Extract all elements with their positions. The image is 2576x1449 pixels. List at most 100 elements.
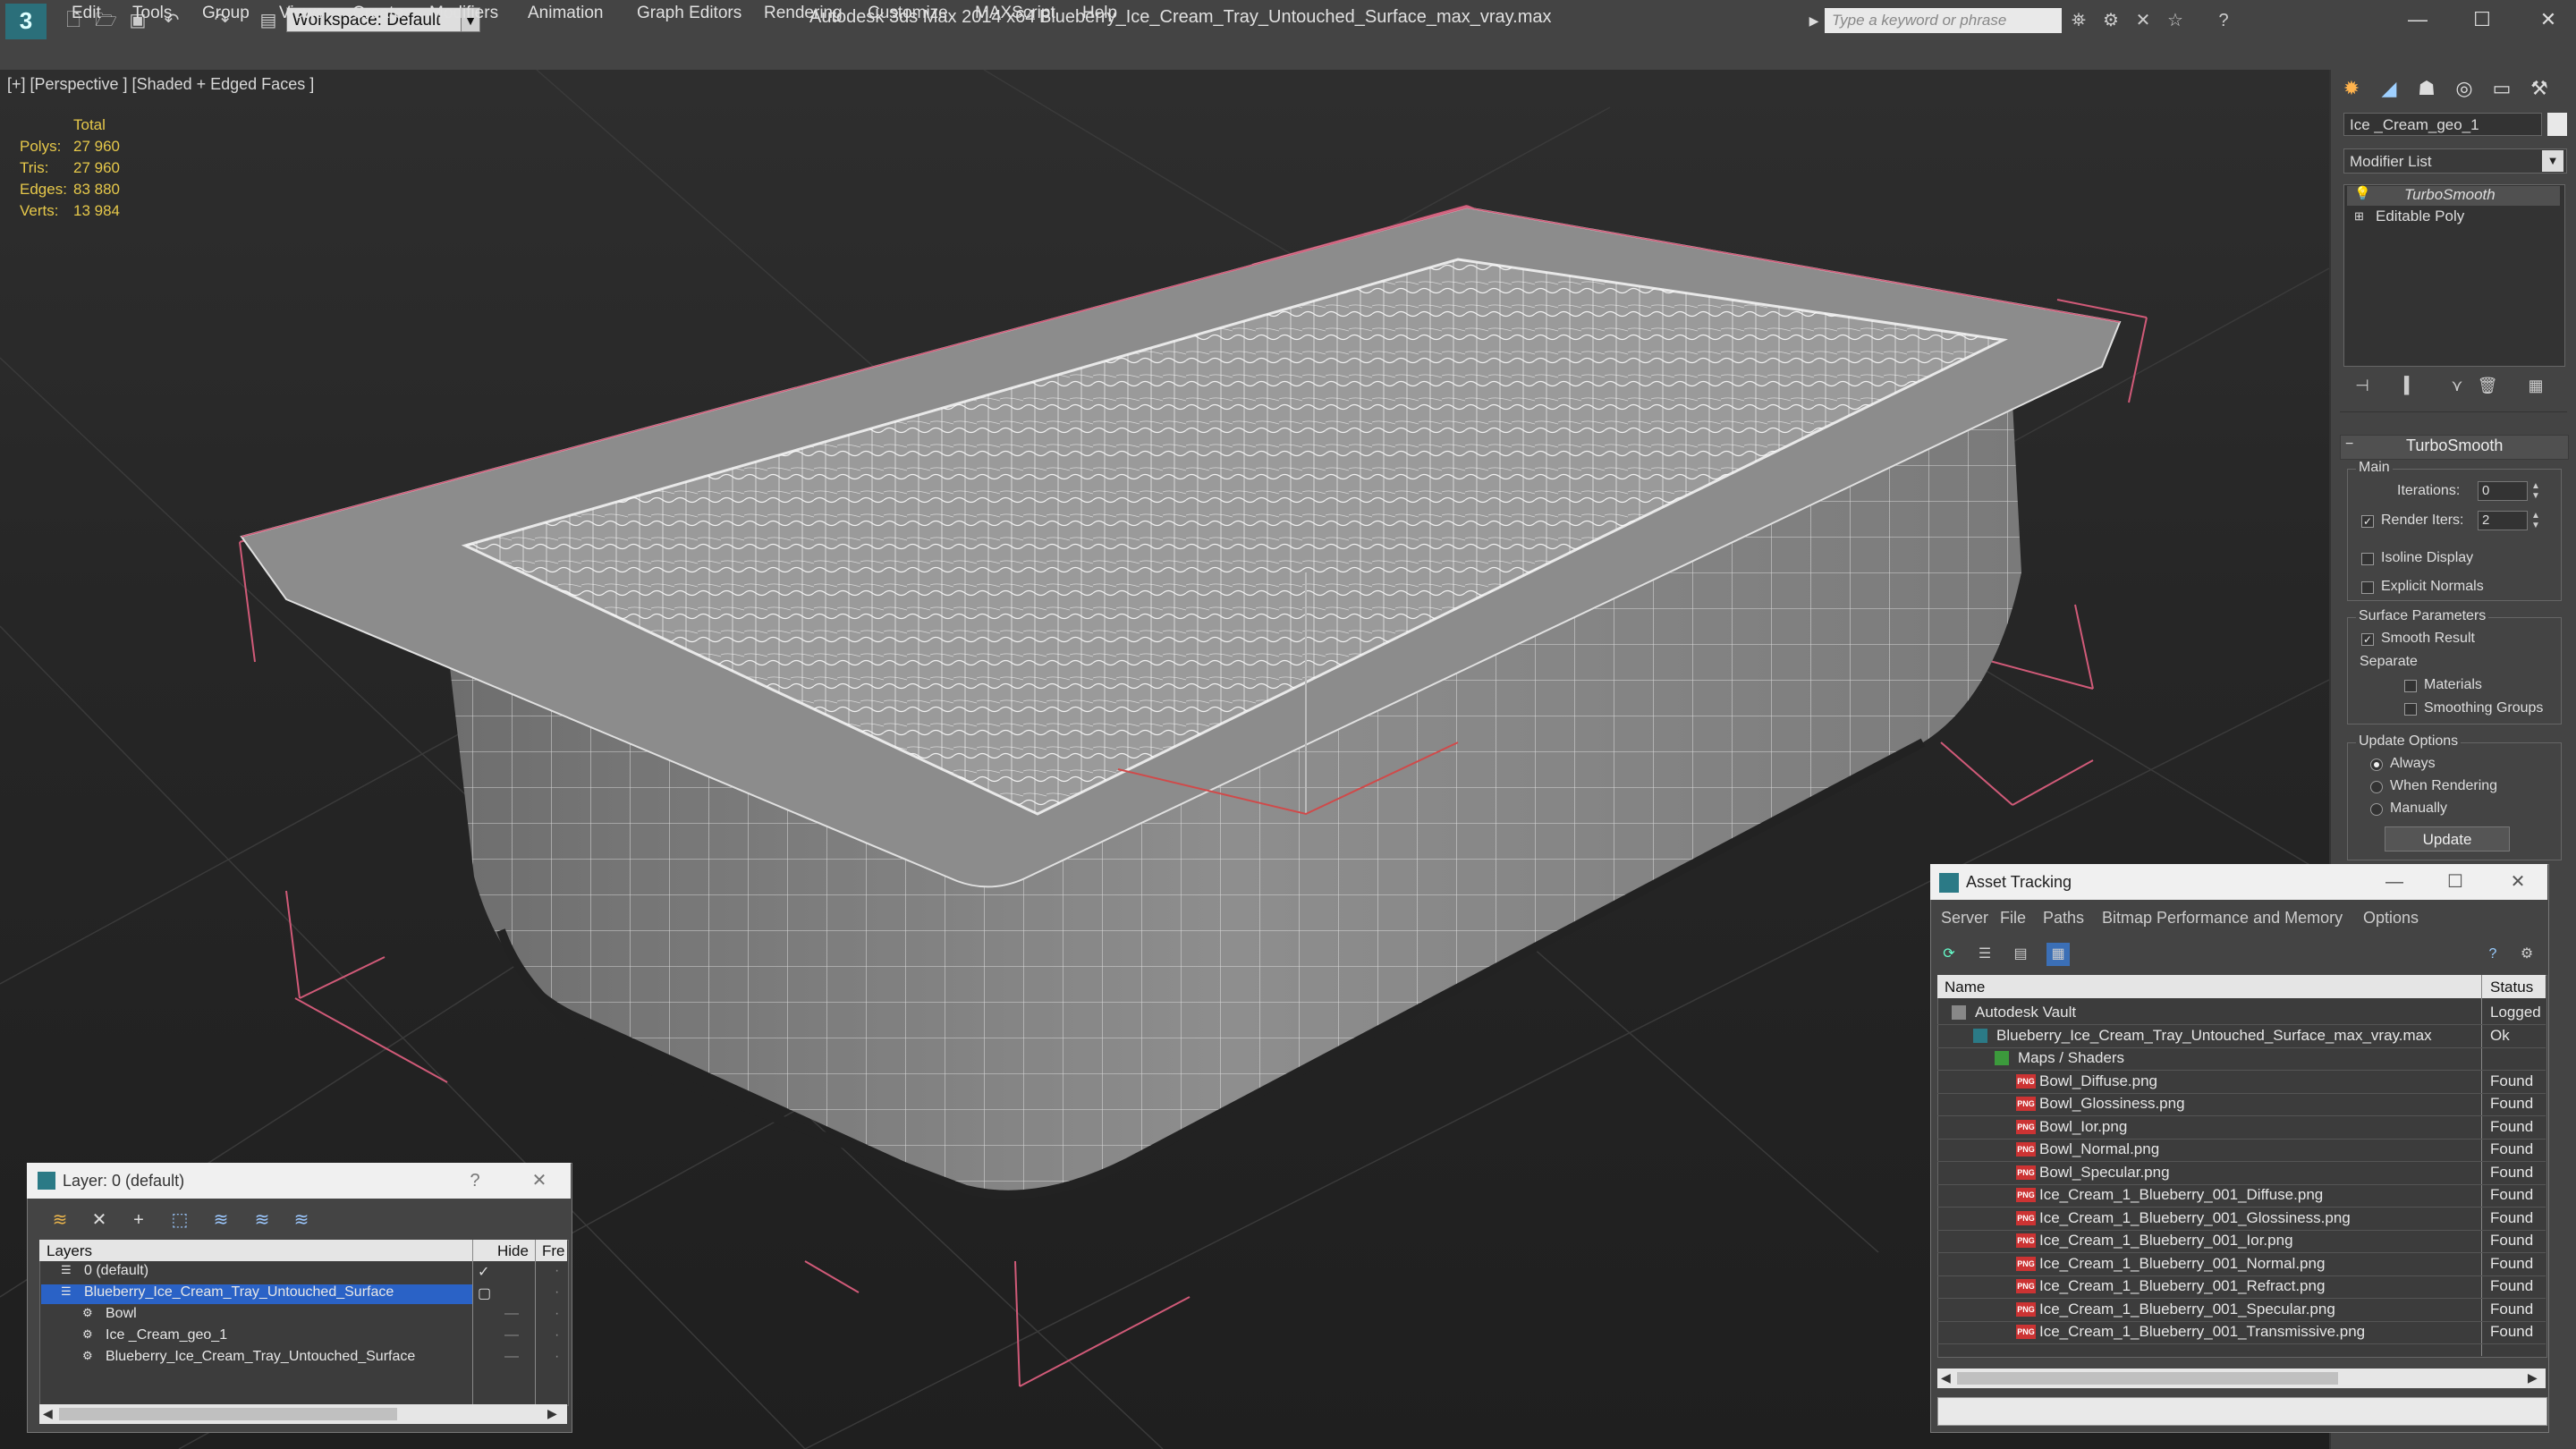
collapse-icon[interactable]: − [2345,436,2353,453]
materials-checkbox[interactable] [2404,680,2417,692]
modify-tab-icon[interactable]: ◢ [2374,73,2404,104]
freeze-toggle[interactable]: · [555,1349,559,1365]
table-view-icon[interactable]: ▦ [2046,943,2070,966]
menu-animation[interactable]: Animation [528,4,604,23]
isoline-display-checkbox[interactable] [2361,553,2374,565]
chevron-down-icon[interactable]: ▼ [2542,150,2563,172]
column-status-header[interactable]: Status [2490,979,2533,996]
layer-row-name[interactable]: Blueberry_Ice_Cream_Tray_Untouched_Surfa… [84,1284,394,1301]
maximize-button[interactable]: ☐ [2462,4,2503,36]
close-button[interactable]: ✕ [2528,4,2569,36]
spinner-arrows-icon[interactable]: ▲ ▼ [2529,481,2542,501]
when-rendering-radio[interactable] [2370,781,2383,793]
freeze-column-header[interactable]: Fre [542,1242,565,1260]
lightbulb-icon[interactable]: 💡 [2354,185,2371,201]
help-button[interactable]: ? [462,1168,488,1193]
object-name-field[interactable]: Ice _Cream_geo_1 [2343,113,2542,136]
search-input[interactable]: Type a keyword or phrase [1825,8,2062,33]
motion-tab-icon[interactable]: ◎ [2449,73,2479,104]
viewport-label[interactable]: [+] [Perspective ] [Shaded + Edged Faces… [7,75,314,94]
scroll-left-icon[interactable]: ◀ [1941,1370,1951,1385]
highlight-layer-icon[interactable]: ≋ [208,1208,234,1233]
close-button[interactable]: ✕ [526,1168,553,1193]
project-folder-icon[interactable]: ▤ [258,10,279,31]
asset-menu-bitmap-performance[interactable]: Bitmap Performance and Memory [2102,909,2343,928]
spinner-arrows-icon[interactable]: ▲ ▼ [2529,511,2542,530]
binoculars-icon[interactable]: ⛯ [2068,10,2089,31]
object-color-swatch[interactable] [2547,113,2567,136]
select-objects-icon[interactable]: ⬚ [166,1208,193,1233]
menu-customize[interactable]: Customize [868,4,948,23]
subscription-icon[interactable]: ⚙ [2100,10,2122,31]
hide-all-icon[interactable]: ≋ [249,1208,275,1233]
hierarchy-tab-icon[interactable]: ☗ [2411,73,2442,104]
maximize-button[interactable]: ☐ [2442,869,2469,894]
create-layer-icon[interactable]: ≋ [47,1208,73,1233]
freeze-toggle[interactable]: · [555,1263,559,1279]
asset-menu-server[interactable]: Server [1941,909,1988,928]
minimize-button[interactable]: — [2381,869,2408,894]
freeze-all-icon[interactable]: ≋ [288,1208,315,1233]
smoothing-groups-checkbox[interactable] [2404,703,2417,716]
layer-row-name[interactable]: Blueberry_Ice_Cream_Tray_Untouched_Surfa… [106,1349,415,1365]
freeze-toggle[interactable]: · [555,1306,559,1322]
menu-views[interactable]: Views [279,4,324,23]
thumbnail-view-icon[interactable]: ▤ [2009,943,2032,966]
help-icon[interactable]: ? [2481,943,2504,966]
update-button[interactable]: Update [2385,826,2510,852]
menu-create[interactable]: Create [352,4,403,23]
smooth-result-checkbox[interactable]: ✓ [2361,633,2374,646]
stack-item-turbosmooth[interactable]: TurboSmooth [2404,186,2496,204]
layers-column-header[interactable]: Layers [47,1242,92,1260]
list-view-icon[interactable]: ☰ [1973,943,1996,966]
scrollbar-thumb[interactable] [1957,1372,2338,1385]
menu-tools[interactable]: Tools [132,4,172,23]
freeze-toggle[interactable]: · [555,1327,559,1343]
pin-stack-icon[interactable]: ⊣ [2351,374,2374,397]
column-name-header[interactable]: Name [1945,979,1985,996]
hide-toggle[interactable]: — [504,1349,519,1365]
menu-group[interactable]: Group [202,4,250,23]
modifier-list-dropdown[interactable]: Modifier List [2343,148,2567,174]
asset-menu-paths[interactable]: Paths [2043,909,2084,928]
close-button[interactable]: ✕ [2504,869,2531,894]
make-unique-icon[interactable]: ⋎ [2445,374,2469,397]
display-tab-icon[interactable]: ▭ [2487,73,2517,104]
menu-help[interactable]: Help [1082,4,1117,23]
delete-layer-icon[interactable]: ✕ [86,1208,113,1233]
scroll-right-icon[interactable]: ▶ [547,1406,557,1421]
help-icon[interactable]: ? [2213,10,2234,31]
create-tab-icon[interactable]: ✹ [2336,73,2367,104]
show-end-result-icon[interactable]: ▍ [2399,374,2422,397]
hide-toggle[interactable]: ▢ [478,1284,491,1302]
hide-toggle[interactable]: ✓ [478,1263,489,1281]
asset-menu-file[interactable]: File [2000,909,2026,928]
freeze-toggle[interactable]: · [555,1284,559,1301]
iterations-spinner[interactable]: 0 [2478,481,2528,501]
menu-maxscript[interactable]: MAXScript [975,4,1055,23]
add-to-layer-icon[interactable]: + [125,1208,152,1233]
configure-sets-icon[interactable]: ▦ [2524,374,2547,397]
menu-graph-editors[interactable]: Graph Editors [637,4,741,23]
app-logo-button[interactable]: 3 [5,4,47,39]
expand-plus-icon[interactable]: ⊞ [2354,209,2364,224]
render-iters-checkbox[interactable]: ✓ [2361,515,2374,528]
layer-row-name[interactable]: Ice _Cream_geo_1 [106,1327,227,1343]
hide-toggle[interactable]: — [504,1327,519,1343]
layer-row-name[interactable]: Bowl [106,1306,137,1322]
scroll-left-icon[interactable]: ◀ [43,1406,53,1421]
asset-menu-options[interactable]: Options [2363,909,2419,928]
refresh-icon[interactable]: ⟳ [1937,943,1961,966]
utilities-tab-icon[interactable]: ⚒ [2524,73,2555,104]
menu-edit[interactable]: Edit [72,4,101,23]
hide-toggle[interactable]: — [504,1306,519,1322]
scroll-right-icon[interactable]: ▶ [2528,1370,2538,1385]
always-radio[interactable] [2370,758,2383,771]
hide-column-header[interactable]: Hide [497,1242,529,1260]
menu-rendering[interactable]: Rendering [764,4,843,23]
menu-modifiers[interactable]: Modifiers [429,4,498,23]
remove-modifier-icon[interactable]: 🗑 [2476,374,2499,397]
search-expand-icon[interactable]: ▶ [1805,8,1823,33]
render-iters-spinner[interactable]: 2 [2478,511,2528,530]
minimize-button[interactable]: — [2397,4,2438,36]
